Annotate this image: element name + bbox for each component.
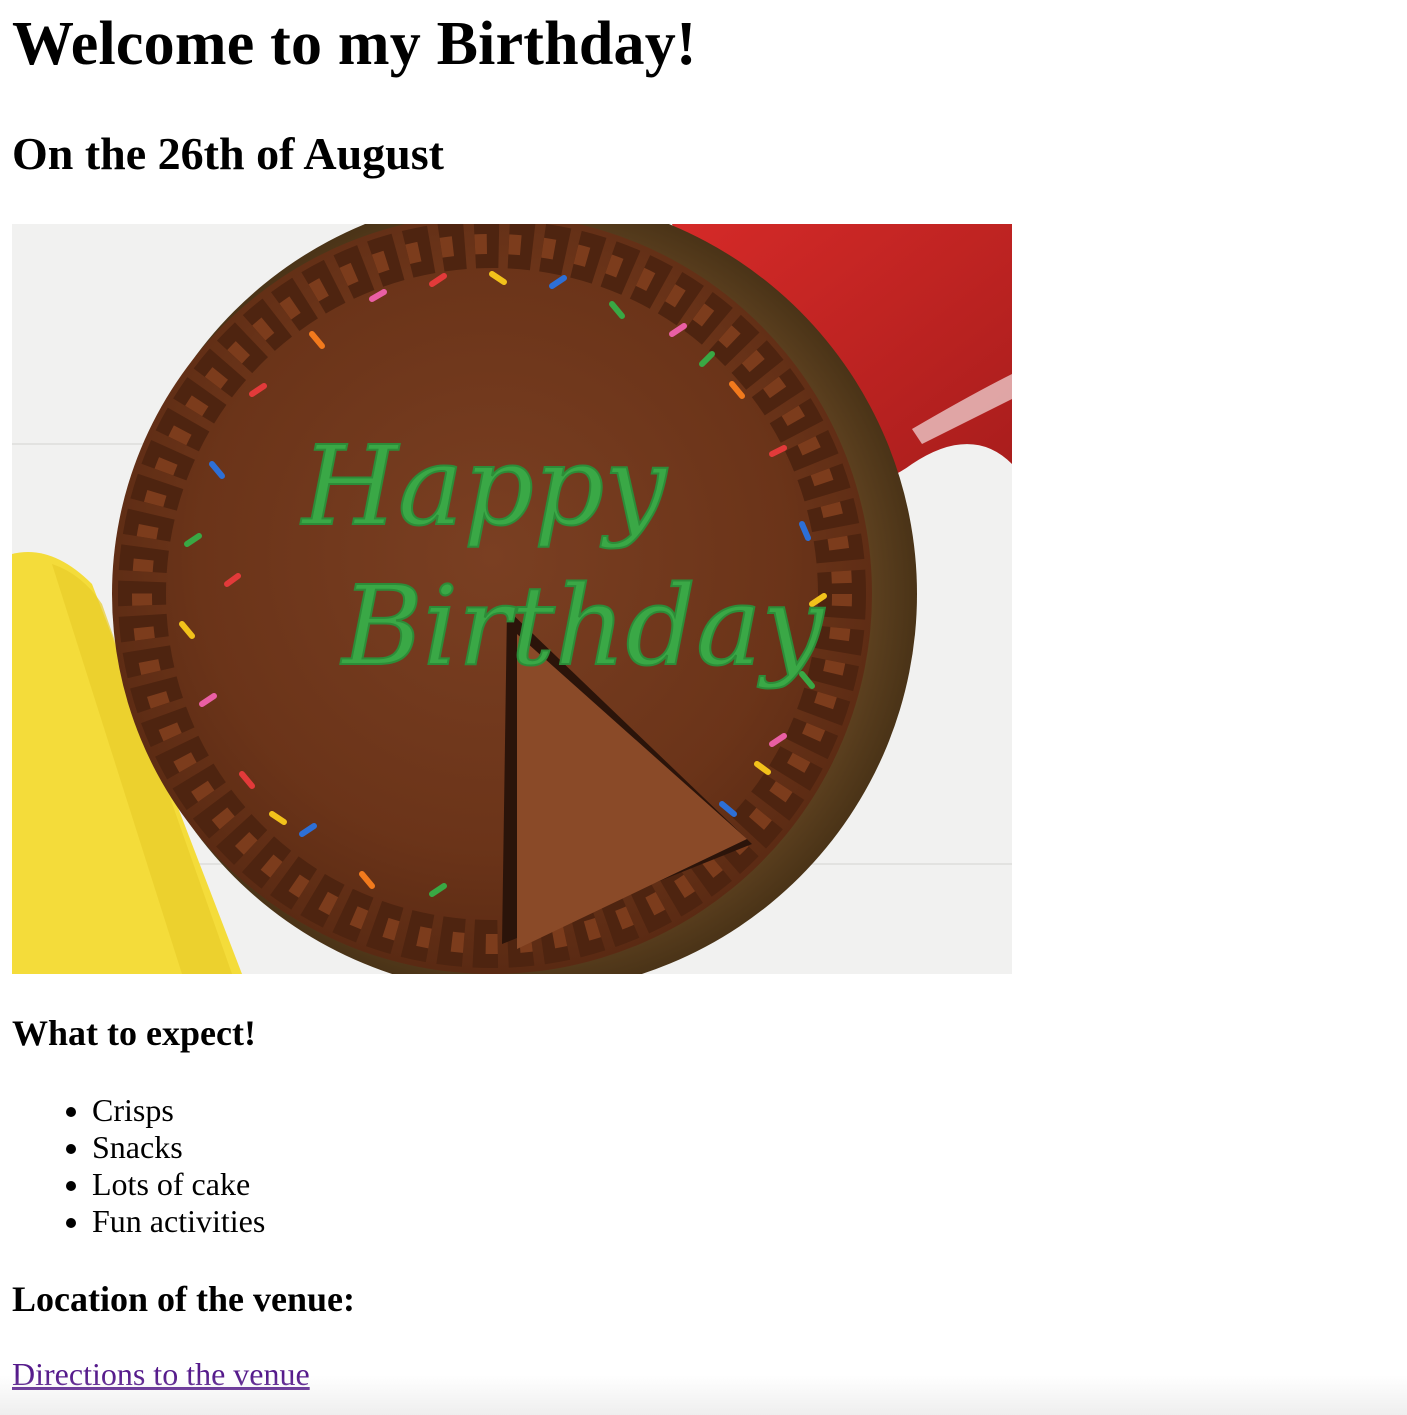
location-heading: Location of the venue: — [12, 1279, 355, 1319]
expect-list: Crisps Snacks Lots of cake Fun activitie… — [12, 1092, 1392, 1240]
list-item: Snacks — [92, 1129, 1392, 1166]
cake-text-happy: Happy — [300, 422, 668, 550]
directions-link[interactable]: Directions to the venue — [12, 1356, 310, 1393]
cake-text-birthday: Birthday — [340, 562, 826, 690]
birthday-cake-image: Happy Birthday — [12, 224, 1012, 974]
page-content: Welcome to my Birthday! On the 26th of A… — [12, 0, 1392, 1393]
expect-heading: What to expect! — [12, 1013, 256, 1053]
page-title: Welcome to my Birthday! — [12, 10, 697, 78]
page-subtitle: On the 26th of August — [12, 128, 444, 179]
list-item: Fun activities — [92, 1203, 1392, 1240]
list-item: Crisps — [92, 1092, 1392, 1129]
list-item: Lots of cake — [92, 1166, 1392, 1203]
